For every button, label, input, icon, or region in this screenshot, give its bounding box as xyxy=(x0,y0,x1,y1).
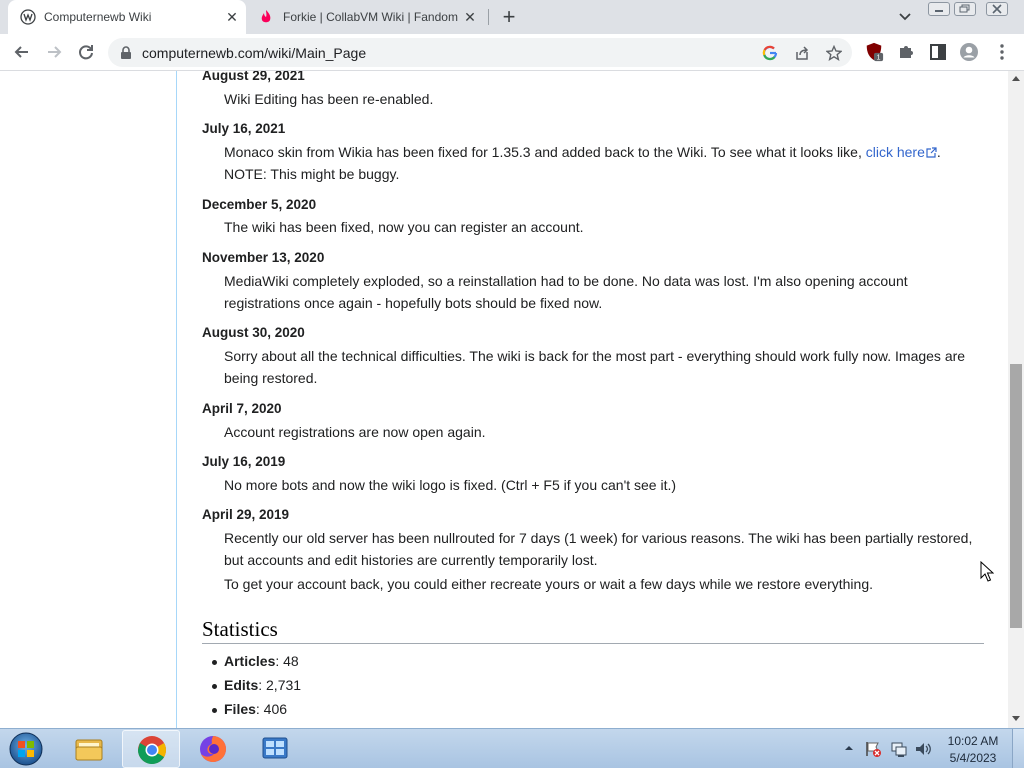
folder-icon xyxy=(75,739,103,761)
address-bar[interactable]: computernewb.com/wiki/Main_Page xyxy=(108,38,852,67)
news-text: NOTE: This might be buggy. xyxy=(224,166,400,182)
tab-title: Forkie | CollabVM Wiki | Fandom xyxy=(283,10,458,24)
kebab-menu-icon[interactable] xyxy=(992,42,1012,62)
web-page: August 29, 2021 Wiki Editing has been re… xyxy=(0,71,1008,728)
restore-button[interactable] xyxy=(954,2,976,16)
news-date: August 30, 2020 xyxy=(202,325,305,340)
taskbar-chrome[interactable] xyxy=(122,730,180,768)
bullet xyxy=(212,708,217,713)
control-panel-icon xyxy=(262,737,288,759)
ublock-extension-icon[interactable]: 1 xyxy=(864,42,884,62)
close-tab-icon[interactable]: ✕ xyxy=(224,9,240,25)
clock-time[interactable]: 10:02 AM xyxy=(940,734,1006,748)
scroll-down-arrow-icon[interactable] xyxy=(1012,716,1020,721)
news-text: Sorry about all the technical difficulti… xyxy=(224,348,966,364)
action-center-flag-icon[interactable] xyxy=(864,740,882,758)
news-date: November 13, 2020 xyxy=(202,250,325,265)
news-text: but accounts and edit histories are curr… xyxy=(224,552,598,568)
statistics-heading: Statistics xyxy=(202,617,278,641)
screen: Computernewb Wiki ✕ Forkie | CollabVM Wi… xyxy=(0,0,1024,768)
stat-value: : 48 xyxy=(275,653,299,669)
stat-label[interactable]: Files xyxy=(224,701,256,717)
news-date: April 7, 2020 xyxy=(202,401,282,416)
news-text: No more bots and now the wiki logo is fi… xyxy=(224,477,677,493)
arrow-left-icon[interactable] xyxy=(12,42,32,62)
fandom-favicon-icon xyxy=(261,10,271,23)
tab-separator xyxy=(488,9,489,25)
windows-taskbar: 10:02 AM 5/4/2023 xyxy=(0,728,1024,768)
news-text: Monaco skin from Wikia has been fixed fo… xyxy=(224,144,941,160)
news-text-part: . xyxy=(936,144,941,160)
volume-icon[interactable] xyxy=(914,740,932,758)
wiki-content: August 29, 2021 Wiki Editing has been re… xyxy=(176,71,1008,728)
taskbar-firefox[interactable] xyxy=(184,730,242,768)
stat-label[interactable]: Articles xyxy=(224,653,275,669)
clock-date[interactable]: 5/4/2023 xyxy=(940,751,1006,765)
news-text: being restored. xyxy=(224,370,318,386)
heading-divider xyxy=(202,643,984,644)
news-text: The wiki has been fixed, now you can reg… xyxy=(224,219,584,235)
start-button[interactable] xyxy=(6,731,46,767)
news-date: August 29, 2021 xyxy=(202,71,305,83)
tab-title: Computernewb Wiki xyxy=(44,10,152,24)
stat-value: : 2,731 xyxy=(258,677,302,693)
google-icon[interactable] xyxy=(762,45,778,61)
news-text: Wiki Editing has been re-enabled. xyxy=(224,91,434,107)
bullet xyxy=(212,660,217,665)
profile-icon[interactable] xyxy=(959,42,979,62)
star-icon[interactable] xyxy=(826,45,842,61)
stat-value: : 406 xyxy=(255,701,288,717)
tab-computernewb-wiki[interactable]: Computernewb Wiki ✕ xyxy=(8,0,246,34)
side-panel-icon[interactable] xyxy=(928,42,948,62)
news-text: MediaWiki completely exploded, so a rein… xyxy=(224,273,908,289)
taskbar-explorer[interactable] xyxy=(60,730,118,768)
new-tab-icon[interactable]: + xyxy=(498,4,520,29)
mouse-cursor-icon xyxy=(980,561,994,582)
news-date: July 16, 2021 xyxy=(202,121,286,136)
news-date: July 16, 2019 xyxy=(202,454,286,469)
tab-strip: Computernewb Wiki ✕ Forkie | CollabVM Wi… xyxy=(0,0,1024,34)
stat-edits: Edits: 2,731 xyxy=(224,677,301,693)
taskbar-control-panel[interactable] xyxy=(246,730,304,768)
bullet xyxy=(212,684,217,689)
show-desktop-button[interactable] xyxy=(1012,729,1024,768)
close-tab-icon[interactable]: ✕ xyxy=(462,9,478,25)
stat-label: Edits xyxy=(224,677,259,693)
firefox-icon xyxy=(200,736,226,762)
news-date: December 5, 2020 xyxy=(202,197,317,212)
url-text[interactable]: computernewb.com/wiki/Main_Page xyxy=(142,45,366,61)
tab-forkie-fandom[interactable]: Forkie | CollabVM Wiki | Fandom ✕ xyxy=(246,0,488,34)
chrome-icon xyxy=(138,736,166,764)
stat-files: Files: 406 xyxy=(224,701,287,717)
news-text: registrations once again - hopefully bot… xyxy=(224,295,603,311)
scroll-up-arrow-icon[interactable] xyxy=(1012,76,1020,81)
lock-icon[interactable] xyxy=(120,46,132,60)
network-icon[interactable] xyxy=(890,740,908,758)
news-text: Recently our old server has been nullrou… xyxy=(224,530,973,546)
close-window-button[interactable] xyxy=(986,2,1008,16)
news-text: To get your account back, you could eith… xyxy=(224,576,873,592)
click-here-link[interactable]: click here xyxy=(866,144,925,160)
browser-toolbar: computernewb.com/wiki/Main_Page 1 xyxy=(0,34,1024,71)
reload-icon[interactable] xyxy=(76,42,96,62)
stat-articles: Articles: 48 xyxy=(224,653,299,669)
external-link-icon xyxy=(926,147,937,158)
share-icon[interactable] xyxy=(794,45,810,61)
scrollbar-thumb[interactable] xyxy=(1010,364,1022,628)
news-text: Account registrations are now open again… xyxy=(224,424,486,440)
extension-badge: 1 xyxy=(877,53,881,62)
puzzle-icon[interactable] xyxy=(896,42,916,62)
wiki-favicon-icon xyxy=(20,9,36,25)
arrow-right-icon[interactable] xyxy=(44,42,64,62)
chevron-down-icon[interactable] xyxy=(896,9,914,25)
news-text-part: Monaco skin from Wikia has been fixed fo… xyxy=(224,144,866,160)
news-date: April 29, 2019 xyxy=(202,507,290,522)
minimize-button[interactable] xyxy=(928,2,950,16)
show-hidden-icons-arrow-icon[interactable] xyxy=(844,744,854,752)
vertical-scrollbar[interactable] xyxy=(1008,71,1024,728)
